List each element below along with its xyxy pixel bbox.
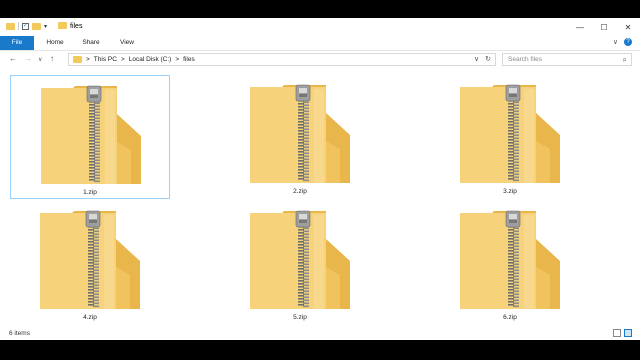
quick-access-toolbar: ✓ ▾: [6, 22, 47, 30]
file-name: 3.zip: [503, 188, 517, 195]
file-name: 4.zip: [83, 314, 97, 321]
file-item-1[interactable]: 1.zip: [10, 75, 170, 199]
zip-folder-icon: [460, 210, 560, 309]
window-title: files: [70, 23, 83, 30]
ribbon-controls: ∨ ?: [613, 38, 632, 46]
view-toggle: [613, 329, 632, 337]
search-placeholder: Search files: [508, 56, 542, 63]
breadcrumb-files[interactable]: files: [183, 56, 195, 63]
zip-folder-icon: [250, 84, 350, 183]
file-item-6[interactable]: 6.zip: [430, 201, 590, 325]
tab-share[interactable]: Share: [76, 36, 106, 50]
breadcrumb-this-pc[interactable]: This PC: [94, 56, 117, 63]
zip-folder-icon: [41, 85, 141, 184]
ribbon-tabs: File Home Share View ∨ ?: [0, 36, 640, 51]
file-name: 2.zip: [293, 188, 307, 195]
customize-toolbar-icon[interactable]: ▾: [44, 23, 47, 30]
close-button[interactable]: ✕: [616, 18, 640, 36]
item-count: 6 items: [9, 330, 30, 337]
file-item-5[interactable]: 5.zip: [220, 201, 380, 325]
breadcrumb-local-disk[interactable]: Local Disk (C:): [129, 56, 172, 63]
window-folder-icon: [58, 22, 67, 29]
search-input[interactable]: Search files ⌕: [502, 53, 632, 66]
minimize-button[interactable]: —: [568, 18, 592, 36]
file-name: 5.zip: [293, 314, 307, 321]
back-button[interactable]: ←: [9, 54, 17, 63]
file-item-4[interactable]: 4.zip: [10, 201, 170, 325]
zip-folder-icon: [250, 210, 350, 309]
file-name: 1.zip: [83, 189, 97, 196]
divider: [18, 22, 19, 30]
tab-home[interactable]: Home: [40, 36, 70, 50]
address-row: ← → ∨ ↑ > This PC > Local Disk (C:) > fi…: [0, 51, 640, 69]
expand-ribbon-icon[interactable]: ∨: [613, 38, 618, 46]
tab-file[interactable]: File: [0, 36, 34, 50]
zip-folder-icon: [40, 210, 140, 309]
help-icon[interactable]: ?: [624, 38, 632, 46]
refresh-icon[interactable]: ↻: [485, 55, 491, 63]
location-folder-icon: [73, 56, 82, 63]
file-name: 6.zip: [503, 314, 517, 321]
recent-locations-button[interactable]: ∨: [38, 56, 42, 63]
large-icons-view-icon[interactable]: [624, 329, 632, 337]
breadcrumb-sep: >: [86, 56, 90, 63]
forward-button[interactable]: →: [24, 54, 32, 63]
file-item-3[interactable]: 3.zip: [430, 75, 590, 199]
search-icon: ⌕: [622, 55, 627, 64]
address-actions: ∨ ↻: [474, 55, 491, 63]
file-view: 1.zip 2.zip 3.zip 4.zip 5.zip 6.zip: [0, 69, 640, 327]
status-bar: 6 items: [0, 327, 640, 340]
breadcrumb-sep: >: [175, 56, 180, 63]
up-button[interactable]: ↑: [50, 54, 54, 63]
new-folder-icon[interactable]: [32, 22, 41, 30]
address-dropdown-icon[interactable]: ∨: [474, 55, 479, 63]
zip-folder-icon: [460, 84, 560, 183]
breadcrumb-sep: >: [120, 56, 125, 63]
file-item-2[interactable]: 2.zip: [220, 75, 380, 199]
properties-icon[interactable]: ✓: [22, 22, 29, 30]
details-view-icon[interactable]: [613, 329, 621, 337]
explorer-window: ✓ ▾ files — ☐ ✕ File Home Share View ∨ ?…: [0, 18, 640, 340]
window-controls: — ☐ ✕: [568, 18, 640, 36]
folder-icon: [6, 22, 15, 30]
title-bar: ✓ ▾ files — ☐ ✕: [0, 18, 640, 36]
address-bar[interactable]: > This PC > Local Disk (C:) > files ∨ ↻: [68, 53, 496, 66]
tab-view[interactable]: View: [112, 36, 142, 50]
maximize-button[interactable]: ☐: [592, 18, 616, 36]
